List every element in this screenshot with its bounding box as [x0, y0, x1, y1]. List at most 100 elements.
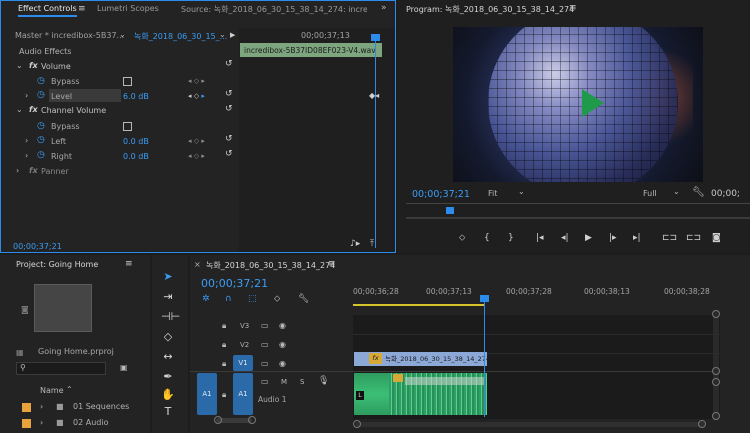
- list-item[interactable]: › ■ 02 Audio: [0, 417, 150, 431]
- lock-icon[interactable]: 🔒︎: [222, 340, 226, 350]
- vertical-scrollbar[interactable]: [713, 310, 719, 420]
- chevron-right-icon[interactable]: ›: [40, 418, 43, 427]
- chevron-right-icon[interactable]: ›: [25, 151, 28, 160]
- fx-badge[interactable]: fx: [29, 166, 38, 175]
- wrench-icon[interactable]: 🔧︎: [692, 187, 705, 198]
- filter-icon[interactable]: ♪▸: [350, 239, 360, 249]
- program-scrub-bar[interactable]: [406, 217, 750, 219]
- scroll-handle[interactable]: [712, 310, 720, 318]
- level-value[interactable]: 6.0 dB: [123, 92, 149, 101]
- lock-icon[interactable]: 🔒︎: [222, 321, 226, 331]
- reset-icon[interactable]: ↺: [225, 149, 233, 159]
- razor-icon[interactable]: ◇: [161, 330, 175, 343]
- keyframe-nav-icon[interactable]: ◂ ◇ ▸: [188, 92, 205, 100]
- keyframe-nav-icon[interactable]: ◂ ◇ ▸: [188, 77, 205, 85]
- export-icon[interactable]: ⤒: [370, 239, 374, 249]
- ec-playhead[interactable]: [375, 38, 376, 248]
- mark-in-icon[interactable]: {: [484, 233, 490, 243]
- reset-icon[interactable]: ↺: [225, 104, 233, 114]
- scroll-handle[interactable]: [712, 367, 720, 375]
- play-only-audio-icon[interactable]: ▶: [230, 31, 235, 39]
- stopwatch-icon[interactable]: ◷: [37, 76, 45, 86]
- ec-playhead-handle[interactable]: [371, 34, 380, 41]
- reset-icon[interactable]: ↺: [225, 134, 233, 144]
- sync-lock-icon[interactable]: ▭: [261, 377, 269, 386]
- play-icon[interactable]: ▶: [585, 233, 592, 243]
- master-clip-selector[interactable]: Master * incredibox-5B37...: [15, 31, 133, 40]
- go-to-in-icon[interactable]: |◂: [536, 233, 544, 243]
- reset-icon[interactable]: ↺: [225, 59, 233, 69]
- scroll-handle[interactable]: [712, 412, 720, 420]
- tab-overflow-icon[interactable]: »: [381, 3, 387, 13]
- sync-lock-icon[interactable]: ▭: [261, 340, 269, 349]
- linked-selection-icon[interactable]: ⬚: [248, 294, 257, 304]
- ripple-edit-icon[interactable]: ⊣⊢: [161, 310, 180, 323]
- go-to-out-icon[interactable]: ▸|: [633, 233, 641, 243]
- snap-icon[interactable]: ∩: [225, 294, 232, 304]
- scroll-handle[interactable]: [353, 420, 361, 428]
- fx-badge-clip[interactable]: fx: [369, 353, 382, 364]
- chevron-down-icon[interactable]: ⌄: [673, 187, 680, 196]
- lift-icon[interactable]: ⊏⊐: [662, 233, 677, 243]
- sync-lock-icon[interactable]: ▭: [261, 321, 269, 330]
- timeline-playhead-handle[interactable]: [480, 295, 489, 302]
- sort-ascending-icon[interactable]: ⌃: [66, 385, 73, 394]
- chevron-down-icon[interactable]: ⌄: [16, 61, 23, 70]
- chevron-right-icon[interactable]: ›: [40, 402, 43, 411]
- track-target-a1[interactable]: A1: [233, 373, 253, 415]
- add-marker-icon[interactable]: ⬦: [459, 233, 465, 243]
- scroll-handle[interactable]: [698, 420, 706, 428]
- keyframe-nav-icon[interactable]: ◂ ◇ ▸: [188, 137, 205, 145]
- tab-menu-icon[interactable]: ≡: [78, 4, 86, 14]
- eye-icon[interactable]: ◉: [279, 359, 286, 368]
- track-label-v2[interactable]: V2: [240, 341, 249, 349]
- label-color-swatch[interactable]: [22, 419, 31, 428]
- text-tool-icon[interactable]: T: [161, 405, 175, 418]
- mute-button[interactable]: M: [281, 378, 287, 386]
- list-item[interactable]: › ■ 01 Sequences: [0, 401, 150, 415]
- stopwatch-icon[interactable]: ◷: [37, 121, 45, 131]
- chevron-right-icon[interactable]: ›: [25, 136, 28, 145]
- project-search-input[interactable]: [16, 362, 106, 375]
- menu-icon[interactable]: ≡: [328, 259, 336, 269]
- right-value[interactable]: 0.0 dB: [123, 152, 149, 161]
- bypass-checkbox[interactable]: [123, 122, 132, 131]
- project-thumbnail[interactable]: [34, 284, 92, 332]
- program-timecode[interactable]: 00;00;37;21: [412, 189, 470, 200]
- audio-clip-fx-badge[interactable]: [393, 374, 403, 382]
- project-title[interactable]: Project: Going Home: [16, 260, 98, 269]
- eye-icon[interactable]: ◉: [279, 340, 286, 349]
- play-overlay-icon[interactable]: [582, 89, 604, 117]
- horizontal-scrollbar[interactable]: [355, 422, 705, 427]
- track-target-v1[interactable]: V1: [233, 355, 253, 371]
- timeline-playhead[interactable]: [484, 297, 485, 417]
- microphone-icon[interactable]: 🎙︎: [318, 376, 329, 386]
- stopwatch-icon[interactable]: ◷: [37, 150, 45, 160]
- work-area-bar[interactable]: [353, 304, 485, 306]
- label-color-swatch[interactable]: [22, 403, 31, 412]
- wrench-icon[interactable]: 🔧︎: [298, 294, 309, 304]
- fx-badge[interactable]: fx: [29, 105, 38, 114]
- lock-icon[interactable]: 🔒︎: [222, 359, 226, 369]
- chevron-right-icon[interactable]: ›: [16, 166, 19, 175]
- slip-tool-icon[interactable]: ↔: [161, 350, 175, 363]
- scroll-handle[interactable]: [712, 378, 720, 386]
- source-patch-a1[interactable]: A1: [197, 373, 217, 415]
- left-value[interactable]: 0.0 dB: [123, 137, 149, 146]
- scroll-handle[interactable]: [248, 416, 256, 424]
- fit-dropdown[interactable]: Fit: [488, 189, 497, 198]
- timeline-timecode[interactable]: 00;00;37;21: [201, 277, 268, 290]
- keyframe-nav-icon[interactable]: ◂ ◇ ▸: [188, 152, 205, 160]
- program-title[interactable]: Program: 녹화_2018_06_30_15_38_14_274: [406, 4, 574, 15]
- chevron-right-icon[interactable]: ›: [25, 91, 28, 100]
- video-preview[interactable]: [453, 27, 703, 182]
- reset-icon[interactable]: ↺: [225, 89, 233, 99]
- chevron-down-icon[interactable]: ⌄: [518, 187, 525, 196]
- step-forward-icon[interactable]: |▸: [609, 233, 617, 243]
- extract-icon[interactable]: ⊏⊐: [686, 233, 701, 243]
- scroll-handle[interactable]: [214, 416, 222, 424]
- ec-timecode[interactable]: 00;00;37;21: [13, 242, 62, 251]
- menu-icon[interactable]: ≡: [569, 3, 577, 13]
- tab-source[interactable]: Source: 녹화_2018_06_30_15_38_14_274: incr…: [181, 4, 367, 15]
- solo-button[interactable]: S: [300, 378, 304, 386]
